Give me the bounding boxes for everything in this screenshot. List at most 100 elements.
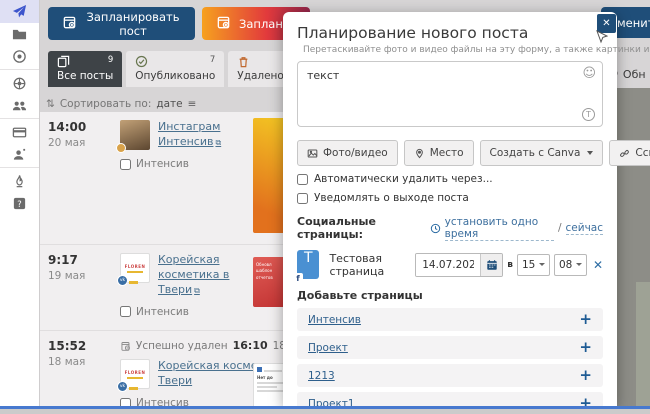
auto-delete-checkbox-row[interactable]: Автоматически удалить через... — [297, 173, 603, 185]
post-filter-tabs: 9 Все посты 7 Опубликовано 2 Удалено — [48, 51, 298, 87]
sidebar-divider — [0, 167, 39, 168]
project-link[interactable]: Проект — [308, 342, 348, 354]
schedule-post-label: Запланировать пост — [85, 10, 181, 38]
post-page-link[interactable]: Инстаграм Интенсив⧉ — [158, 120, 260, 150]
post-page-link[interactable]: Корейская косметика в Твери⧉ — [158, 253, 260, 298]
location-pin-icon — [414, 148, 425, 159]
schedule-post-button[interactable]: Запланировать пост — [48, 7, 195, 40]
vk-badge-icon: vk — [117, 381, 128, 392]
vk-bar — [129, 281, 138, 284]
sidebar-item-autoposting[interactable] — [0, 45, 39, 67]
date-input[interactable] — [416, 254, 480, 276]
add-plus-icon[interactable]: + — [579, 396, 592, 406]
sort-value[interactable]: дате — [156, 98, 182, 110]
deleted-status-icon — [120, 340, 131, 352]
avatar-bar — [127, 377, 143, 379]
post-project-checkbox[interactable] — [120, 159, 131, 170]
avatar: FLOREN vk — [120, 359, 150, 389]
post-time: 9:17 — [48, 253, 110, 267]
sidebar-item-help[interactable]: ? — [0, 192, 39, 214]
dimmed-background-light — [636, 282, 650, 406]
calendar-plus-icon — [216, 15, 231, 33]
add-plus-icon[interactable]: + — [579, 312, 592, 327]
app-screen: ? Запланировать пост Запланир менить ↻ О… — [0, 0, 650, 414]
tab-count: 7 — [210, 55, 215, 65]
project-row[interactable]: 1213 + — [297, 364, 603, 387]
emoji-icon[interactable]: ☺ — [582, 66, 596, 81]
external-link-icon: ⧉ — [215, 138, 221, 147]
thumb-text: Нет до — [257, 375, 286, 380]
post-text-input[interactable]: текст — [297, 61, 603, 127]
post-time-block: 15:52 18 мая — [48, 339, 110, 368]
remove-page-icon[interactable]: ✕ — [593, 258, 603, 272]
project-list: Интенсив + Проект + 1213 + Проект1 + Без… — [297, 308, 603, 406]
flame-icon — [12, 174, 27, 189]
project-row[interactable]: Проект + — [297, 336, 603, 359]
new-post-modal: Планирование нового поста Перетаскивайте… — [283, 12, 617, 406]
post-project-checkbox[interactable] — [120, 306, 131, 317]
minute-select[interactable]: 08 — [554, 254, 587, 276]
date-picker-group — [415, 253, 503, 277]
app-window: ? Запланировать пост Запланир менить ↻ О… — [0, 0, 650, 406]
project-row[interactable]: Интенсив + — [297, 308, 603, 331]
canva-button[interactable]: Создать с Canva — [480, 140, 604, 166]
place-button[interactable]: Место — [404, 140, 474, 166]
sidebar-item-billing[interactable] — [0, 121, 39, 143]
apply-label: менить — [617, 16, 650, 30]
project-link[interactable]: Проект1 — [308, 398, 355, 407]
tab-published[interactable]: 7 Опубликовано — [126, 51, 224, 87]
modal-subtitle-row: Перетаскивайте фото и видео файлы на эту… — [297, 45, 603, 55]
sort-direction-icon[interactable]: ≡ — [188, 98, 197, 110]
sort-label: Сортировать по: — [60, 98, 152, 110]
credit-card-icon — [12, 125, 27, 140]
post-project-label: Интенсив — [136, 397, 189, 406]
project-link[interactable]: Интенсив — [308, 314, 361, 326]
sidebar-item-folders[interactable] — [0, 23, 39, 45]
social-pages-header: Социальные страницы: установить одно вре… — [297, 215, 603, 241]
avatar-bar — [127, 271, 143, 273]
post-time: 15:52 — [48, 339, 110, 353]
sidebar-item-posts[interactable] — [0, 0, 39, 23]
question-icon: ? — [12, 196, 27, 211]
post-date: 18 мая — [48, 356, 110, 368]
sidebar-item-team[interactable] — [0, 94, 39, 116]
post-date: 20 мая — [48, 137, 110, 149]
sidebar-item-helm[interactable] — [0, 72, 39, 94]
post-project-checkbox[interactable] — [120, 398, 131, 407]
calendar-plus-icon — [62, 15, 77, 33]
hour-select[interactable]: 15 — [517, 254, 550, 276]
copy-icon — [57, 55, 70, 68]
tab-label: Удалено — [237, 70, 289, 82]
project-row[interactable]: Проект1 + — [297, 392, 603, 406]
image-icon — [307, 148, 318, 159]
tab-label: Все посты — [57, 70, 113, 82]
social-page-row: T f Тестовая страница в 15 — [297, 250, 603, 279]
sidebar-divider — [0, 118, 39, 119]
caret-down-icon — [539, 263, 545, 266]
notify-checkbox[interactable] — [297, 193, 308, 204]
social-pages-label: Социальные страницы: — [297, 215, 430, 241]
link-button[interactable]: Ссылка — [609, 140, 650, 166]
status-time: 16:10 — [233, 339, 268, 352]
modal-title: Планирование нового поста — [297, 24, 603, 42]
tab-all-posts[interactable]: 9 Все посты — [48, 51, 122, 87]
avatar-badge — [116, 143, 126, 153]
text-format-icon[interactable]: T — [582, 108, 595, 121]
set-one-time-link[interactable]: установить одно время — [445, 216, 554, 241]
photo-video-button[interactable]: Фото/видео — [297, 140, 398, 166]
check-circle-icon — [135, 55, 148, 68]
sidebar-item-hot[interactable] — [0, 170, 39, 192]
in-label: в — [507, 260, 513, 270]
auto-delete-checkbox[interactable] — [297, 174, 308, 185]
notify-checkbox-row[interactable]: Уведомлять о выходе поста — [297, 192, 603, 204]
add-plus-icon[interactable]: + — [579, 340, 592, 355]
project-link[interactable]: 1213 — [308, 370, 335, 382]
sidebar-item-invite[interactable] — [0, 143, 39, 165]
now-link[interactable]: сейчас — [566, 222, 603, 235]
sort-arrows-icon[interactable]: ⇅ — [46, 98, 55, 110]
attach-toolbar: Фото/видео Место Создать с Canva Ссылка — [297, 140, 603, 166]
add-plus-icon[interactable]: + — [579, 368, 592, 383]
calendar-button[interactable] — [480, 254, 502, 276]
caret-down-icon — [587, 151, 593, 155]
screenshot-margin — [0, 409, 650, 414]
